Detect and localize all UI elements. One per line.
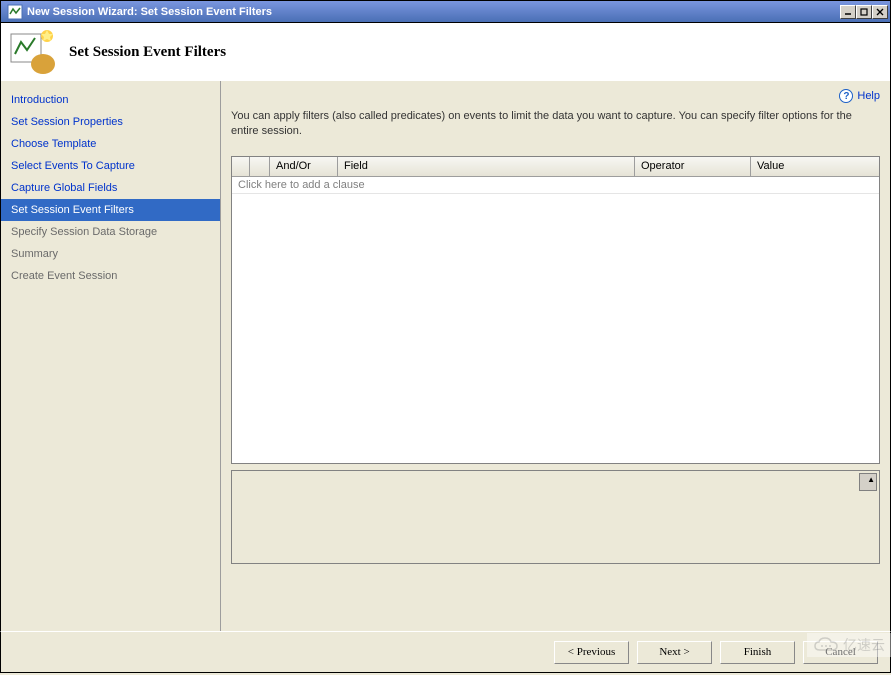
window-titlebar: New Session Wizard: Set Session Event Fi… (0, 0, 891, 23)
watermark-text: 亿速云 (843, 635, 885, 655)
window-controls (840, 5, 888, 19)
grid-body[interactable]: Click here to add a clause (232, 177, 879, 463)
sidebar-item-set-session-properties[interactable]: Set Session Properties (1, 111, 220, 133)
cloud-icon (813, 636, 839, 654)
sidebar-item-select-events[interactable]: Select Events To Capture (1, 155, 220, 177)
sidebar-item-summary: Summary (1, 243, 220, 265)
next-button[interactable]: Next > (637, 641, 712, 664)
help-icon: ? (839, 89, 853, 103)
app-icon (7, 4, 23, 20)
watermark: 亿速云 (807, 633, 891, 657)
wizard-sidebar: Introduction Set Session Properties Choo… (1, 81, 221, 631)
help-link[interactable]: Help (857, 90, 880, 102)
filters-grid[interactable]: And/Or Field Operator Value Click here t… (231, 156, 880, 464)
wizard-header: Set Session Event Filters (0, 23, 891, 81)
grid-col-selector[interactable] (232, 157, 250, 176)
close-button[interactable] (872, 5, 888, 19)
sidebar-item-choose-template[interactable]: Choose Template (1, 133, 220, 155)
grid-col-andor[interactable]: And/Or (270, 157, 338, 176)
wizard-body: Introduction Set Session Properties Choo… (0, 81, 891, 631)
grid-col-value[interactable]: Value (751, 157, 879, 176)
page-description: You can apply filters (also called predi… (231, 109, 880, 140)
grid-header: And/Or Field Operator Value (232, 157, 879, 177)
sidebar-item-introduction[interactable]: Introduction (1, 89, 220, 111)
maximize-button[interactable] (856, 5, 872, 19)
details-pane: ▲ (231, 470, 880, 564)
page-title: Set Session Event Filters (69, 44, 226, 61)
grid-col-field[interactable]: Field (338, 157, 635, 176)
previous-button[interactable]: < Previous (554, 641, 629, 664)
sidebar-item-create-event-session: Create Event Session (1, 265, 220, 287)
wizard-footer: < Previous Next > Finish Cancel (0, 631, 891, 673)
sidebar-item-specify-storage: Specify Session Data Storage (1, 221, 220, 243)
grid-col-operator[interactable]: Operator (635, 157, 751, 176)
minimize-button[interactable] (840, 5, 856, 19)
finish-button[interactable]: Finish (720, 641, 795, 664)
main-panel: ? Help You can apply filters (also calle… (221, 81, 890, 631)
wizard-icon (9, 28, 57, 76)
sidebar-item-set-session-event-filters[interactable]: Set Session Event Filters (1, 199, 220, 221)
grid-col-marker[interactable] (250, 157, 270, 176)
sidebar-item-capture-global-fields[interactable]: Capture Global Fields (1, 177, 220, 199)
scroll-up-icon[interactable]: ▲ (867, 475, 875, 484)
add-clause-row[interactable]: Click here to add a clause (232, 177, 879, 194)
window-title: New Session Wizard: Set Session Event Fi… (27, 6, 840, 18)
